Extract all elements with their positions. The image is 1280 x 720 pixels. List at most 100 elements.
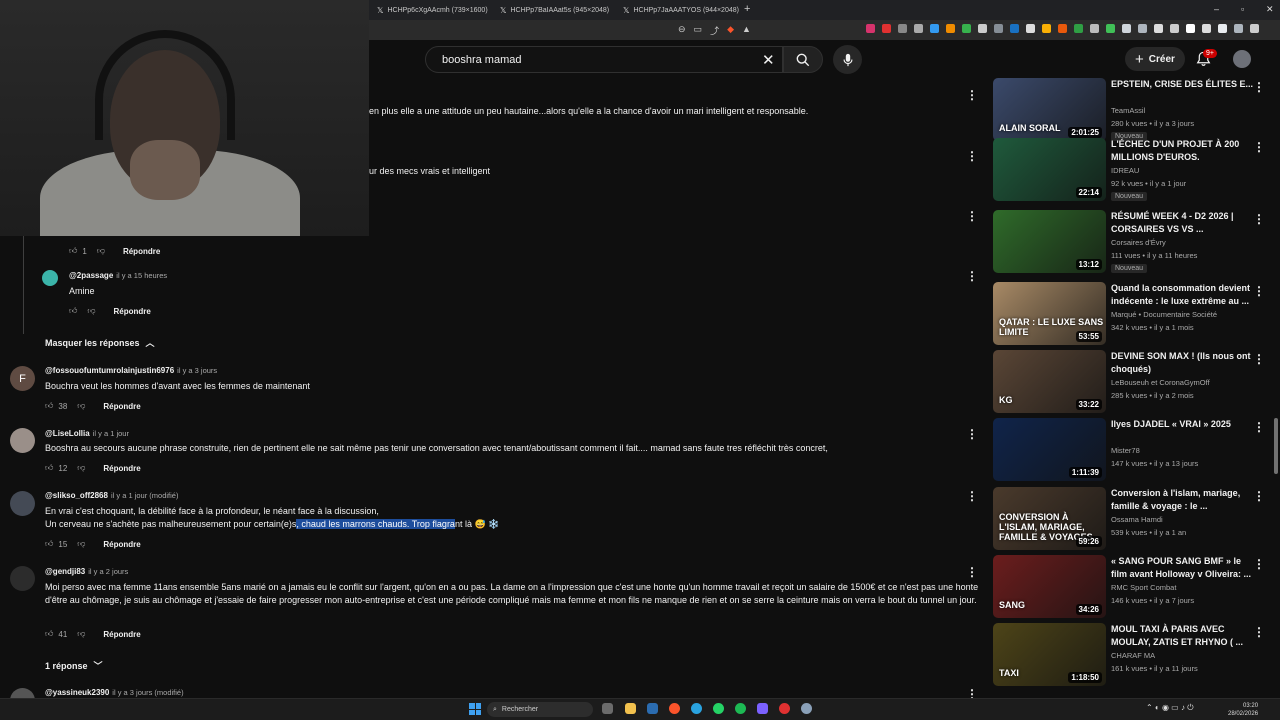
like-icon[interactable]: 👍︎ [45,539,53,549]
video-channel[interactable]: CHARAF MA [1111,651,1155,660]
comment-author[interactable]: @yassineuk2390 il y a 3 jours (modifié) [45,688,184,697]
comment-menu-icon[interactable]: ⋮ [966,490,978,502]
file-explorer-icon[interactable] [625,703,636,714]
video-channel[interactable]: TeamAssil [1111,106,1145,115]
windows-start-icon[interactable] [469,703,481,715]
video-thumbnail[interactable]: 13:12 [993,210,1106,273]
zoom-icon[interactable]: ⊖ [678,24,686,37]
comment-author[interactable]: @gendji83 il y a 2 jours [45,567,128,576]
avatar[interactable] [10,566,35,591]
extension-icon[interactable] [994,24,1003,33]
hide-replies-button[interactable]: Masquer les réponses ︿ [45,336,155,349]
create-button[interactable]: + Créer [1125,47,1185,71]
video-channel[interactable]: Corsaires d'Évry [1111,238,1166,247]
video-channel[interactable]: RMC Sport Combat [1111,583,1176,592]
extension-icon[interactable] [1234,24,1243,33]
comment-author[interactable]: @LiseLollia il y a 1 jour [45,429,129,438]
reply-button[interactable]: Répondre [103,402,140,411]
dislike-icon[interactable]: 👎︎ [77,629,85,639]
comment-menu-icon[interactable]: ⋮ [966,150,978,162]
spotify-icon[interactable] [735,703,746,714]
comment-menu-icon[interactable]: ⋮ [966,270,978,282]
comment-author[interactable]: @slikso_off2868 il y a 1 jour (modifié) [45,491,178,500]
sidebar-video-item[interactable]: KG 33:22 DEVINE SON MAX ! (Ils nous ont ch… [993,350,1280,414]
sidebar-video-item[interactable]: ALAIN SORAL 2:01:25 EPSTEIN, CRISE DES ÉLI… [993,78,1280,142]
maximize-button[interactable]: ▫ [1241,4,1244,14]
search-input[interactable]: booshra mamad [425,46,783,73]
like-icon[interactable]: 👍︎ [45,629,53,639]
reply-button[interactable]: Répondre [103,540,140,549]
comment-menu-icon[interactable]: ⋮ [966,566,978,578]
extension-icon[interactable] [1058,24,1067,33]
extension-icon[interactable] [1138,24,1147,33]
comment-menu-icon[interactable]: ⋮ [966,89,978,101]
video-title[interactable]: Ilyes DJADEL « VRAI » 2025 [1111,418,1257,431]
app-icon[interactable] [779,703,790,714]
sidebar-video-item[interactable]: 1:11:39 Ilyes DJADEL « VRAI » 2025 Mister7… [993,418,1280,482]
settings-icon[interactable] [801,703,812,714]
rewards-icon[interactable]: ▲ [742,24,751,37]
sidebar-video-item[interactable]: QATAR : LE LUXE SANS LIMITE 53:55 Quand la… [993,282,1280,346]
new-tab-button[interactable]: + [744,3,750,15]
video-title[interactable]: DEVINE SON MAX ! (Ils nous ont choqués) [1111,350,1257,376]
video-title[interactable]: RÉSUMÉ WEEK 4 - D2 2026 | CORSAIRES VS V… [1111,210,1257,236]
clear-search-icon[interactable]: ✕ [762,51,775,69]
brave-shield-icon[interactable]: ◆ [727,24,734,37]
account-avatar[interactable] [1233,50,1251,68]
sidebar-video-item[interactable]: TAXI 1:18:50 MOUL TAXI À PARIS AVEC MOULAY… [993,623,1280,687]
dislike-icon[interactable]: 👎︎ [77,463,85,473]
sidebar-video-item[interactable]: CONVERSION À L'ISLAM, MARIAGE, FAMILLE &… [993,487,1280,551]
reply-button[interactable]: Répondre [103,630,140,639]
minimize-button[interactable]: – [1214,4,1219,14]
like-icon[interactable]: 👍︎ [69,306,77,316]
extension-icon[interactable] [962,24,971,33]
extension-icon[interactable] [882,24,891,33]
sidebar-video-item[interactable]: 13:12 RÉSUMÉ WEEK 4 - D2 2026 | CORSAIRES… [993,210,1280,274]
video-title[interactable]: « SANG POUR SANG BMF » le film avant Hol… [1111,555,1257,581]
comment-author[interactable]: @fossouofumtumrolainjustin6976 il y a 3 j… [45,366,217,375]
extension-icon[interactable] [1154,24,1163,33]
reply-button[interactable]: Répondre [123,247,160,256]
extension-icon[interactable] [1074,24,1083,33]
extension-icon[interactable] [978,24,987,33]
reply-button[interactable]: Répondre [103,464,140,473]
avatar[interactable] [10,428,35,453]
extension-icon[interactable] [866,24,875,33]
video-channel[interactable]: LeBouseuh et CoronaGymOff [1111,378,1210,387]
video-channel[interactable]: IDREAU [1111,166,1139,175]
video-title[interactable]: MOUL TAXI À PARIS AVEC MOULAY, ZATIS ET … [1111,623,1257,649]
avatar[interactable] [10,491,35,516]
install-icon[interactable]: ▭ [694,24,703,37]
video-title[interactable]: Quand la consommation devient indécente … [1111,282,1257,308]
extension-icon[interactable] [1090,24,1099,33]
video-thumbnail[interactable]: CONVERSION À L'ISLAM, MARIAGE, FAMILLE &… [993,487,1106,550]
comment-menu-icon[interactable]: ⋮ [966,428,978,440]
video-menu-icon[interactable]: ⋮ [1253,352,1265,366]
video-menu-icon[interactable]: ⋮ [1253,284,1265,298]
sidebar-video-item[interactable]: 22:14 L'ÉCHEC D'UN PROJET À 200 MILLIONS … [993,138,1280,202]
like-icon[interactable]: 👍︎ [69,246,77,256]
show-replies-button[interactable]: 1 réponse ﹀ [45,659,103,672]
close-window-button[interactable]: ✕ [1266,4,1274,15]
video-channel[interactable]: Mister78 [1111,446,1140,455]
browser-tab-3[interactable]: 𝕏 HCHPp7JaAAATYOS (944×2048) [623,3,739,17]
extension-icon[interactable] [1250,24,1259,33]
video-thumbnail[interactable]: SANG 34:26 [993,555,1106,618]
video-channel[interactable]: Marqué • Documentaire Société [1111,310,1217,319]
reply-button[interactable]: Répondre [114,307,151,316]
dislike-icon[interactable]: 👎︎ [97,246,105,256]
voice-search-button[interactable] [833,45,862,74]
comment-author[interactable]: @2passage il y a 15 heures [69,271,167,280]
whatsapp-icon[interactable] [713,703,724,714]
browser-tab-1[interactable]: 𝕏 HCHPp6cXgAAcmh (739×1600) [377,3,488,17]
extension-icon[interactable] [914,24,923,33]
extension-icon[interactable] [1042,24,1051,33]
video-menu-icon[interactable]: ⋮ [1253,625,1265,639]
store-icon[interactable] [647,703,658,714]
video-menu-icon[interactable]: ⋮ [1253,140,1265,154]
video-thumbnail[interactable]: 22:14 [993,138,1106,201]
extension-icon[interactable] [1218,24,1227,33]
extension-icon[interactable] [1170,24,1179,33]
video-menu-icon[interactable]: ⋮ [1253,212,1265,226]
dislike-icon[interactable]: 👎︎ [77,401,85,411]
